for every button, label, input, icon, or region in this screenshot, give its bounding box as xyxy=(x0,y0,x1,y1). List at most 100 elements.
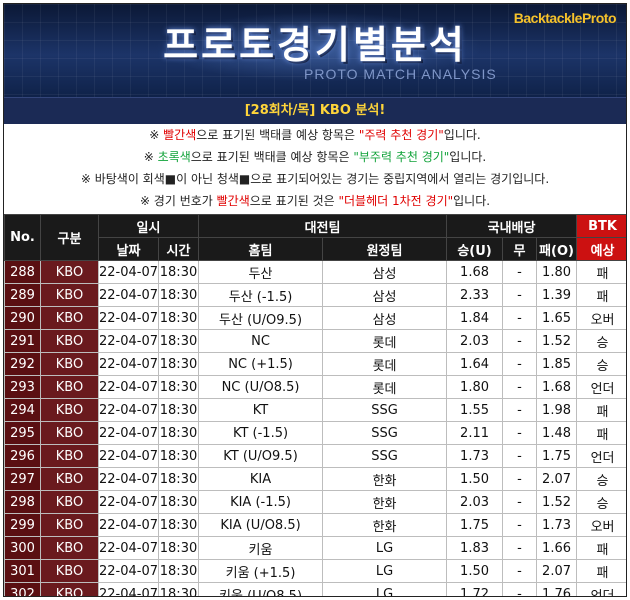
row-odds-win: 1.72 xyxy=(446,582,504,596)
row-time: 18:30 xyxy=(157,536,200,560)
row-odds-lose: 1.75 xyxy=(536,444,578,468)
table-row[interactable]: 300 KBO 22-04-07 18:30 키움 LG 1.83-1.66 패 xyxy=(4,536,626,560)
row-home-team: KT (U/O9.5) xyxy=(198,444,324,468)
row-odds-win: 1.83 xyxy=(446,536,504,560)
row-date: 22-04-07 xyxy=(98,398,159,422)
row-time: 18:30 xyxy=(157,490,200,514)
row-time: 18:30 xyxy=(157,375,200,399)
table-row[interactable]: 289 KBO 22-04-07 18:30 두산 (-1.5) 삼성 2.33-1.39 패 xyxy=(4,283,626,307)
row-odds-win: 2.03 xyxy=(446,490,504,514)
row-home-team: 두산 (-1.5) xyxy=(198,283,324,307)
row-prediction: 승 xyxy=(576,467,626,491)
row-odds-win: 1.64 xyxy=(446,352,504,376)
row-home-team: KT xyxy=(198,398,324,422)
row-date: 22-04-07 xyxy=(98,582,159,596)
row-odds-lose: 1.80 xyxy=(536,260,578,284)
row-prediction: 승 xyxy=(576,490,626,514)
row-date: 22-04-07 xyxy=(98,306,159,330)
row-category: KBO xyxy=(40,260,99,284)
header-draw: 무 xyxy=(502,237,538,261)
table-row[interactable]: 288 KBO 22-04-07 18:30 두산 삼성 1.68-1.80 패 xyxy=(4,260,626,284)
row-away-team: 삼성 xyxy=(322,260,448,284)
row-odds-win: 1.55 xyxy=(446,398,504,422)
note-text: 으로 표기된 백태클 예상 항목은 xyxy=(190,150,354,164)
row-away-team: SSG xyxy=(322,398,448,422)
table-row[interactable]: 295 KBO 22-04-07 18:30 KT (-1.5) SSG 2.11-1.48… xyxy=(4,421,626,445)
row-odds-lose: 1.52 xyxy=(536,490,578,514)
header-matchup: 대전팀 xyxy=(198,214,448,238)
row-category: KBO xyxy=(40,490,99,514)
row-number: 297 xyxy=(4,467,41,491)
row-odds-draw: - xyxy=(502,421,538,445)
brand-logo[interactable]: BacktackleProto xyxy=(514,10,617,26)
note-text: 입니다. xyxy=(453,194,491,208)
row-away-team: 롯데 xyxy=(322,329,448,353)
row-odds-draw: - xyxy=(502,467,538,491)
row-away-team: 한화 xyxy=(322,513,448,537)
banner-subtitle: PROTO MATCH ANALYSIS xyxy=(304,66,497,82)
header-prediction: 예상 xyxy=(576,237,626,261)
row-number: 291 xyxy=(4,329,41,353)
row-away-team: 삼성 xyxy=(322,306,448,330)
row-home-team: KIA xyxy=(198,467,324,491)
banner: 프로토경기별분석 PROTO MATCH ANALYSIS Backtackle… xyxy=(4,4,626,97)
header-win: 승(U) xyxy=(446,237,504,261)
note-text: 빨간색 xyxy=(163,128,197,142)
table-row[interactable]: 294 KBO 22-04-07 18:30 KT SSG 1.55-1.98 패 xyxy=(4,398,626,422)
row-odds-lose: 1.68 xyxy=(536,375,578,399)
table-row[interactable]: 298 KBO 22-04-07 18:30 KIA (-1.5) 한화 2.03-1.52… xyxy=(4,490,626,514)
table-row[interactable]: 290 KBO 22-04-07 18:30 두산 (U/O9.5) 삼성 1.84-1.6… xyxy=(4,306,626,330)
table-row[interactable]: 301 KBO 22-04-07 18:30 키움 (+1.5) LG 1.50-2.07 패 xyxy=(4,559,626,583)
row-number: 290 xyxy=(4,306,41,330)
row-away-team: SSG xyxy=(322,421,448,445)
header-home: 홈팀 xyxy=(198,237,324,261)
page-title: [28회차/목] KBO 분석! xyxy=(4,97,626,124)
row-odds-win: 1.80 xyxy=(446,375,504,399)
row-date: 22-04-07 xyxy=(98,352,159,376)
row-date: 22-04-07 xyxy=(98,559,159,583)
row-away-team: LG xyxy=(322,559,448,583)
row-odds-draw: - xyxy=(502,513,538,537)
table-row[interactable]: 299 KBO 22-04-07 18:30 KIA (U/O8.5) 한화 1.75-1.… xyxy=(4,513,626,537)
row-home-team: 두산 (U/O9.5) xyxy=(198,306,324,330)
header-date: 날짜 xyxy=(98,237,159,261)
row-odds-lose: 1.52 xyxy=(536,329,578,353)
row-odds-draw: - xyxy=(502,536,538,560)
row-prediction: 언더 xyxy=(576,582,626,596)
row-category: KBO xyxy=(40,421,99,445)
row-prediction: 오버 xyxy=(576,513,626,537)
header-datetime: 일시 xyxy=(97,214,200,238)
row-date: 22-04-07 xyxy=(98,375,159,399)
note-text: 입니다. xyxy=(443,128,481,142)
row-odds-lose: 1.98 xyxy=(536,398,578,422)
header-time: 시간 xyxy=(157,237,200,261)
row-odds-lose: 2.07 xyxy=(536,467,578,491)
row-category: KBO xyxy=(40,444,99,468)
row-category: KBO xyxy=(40,375,99,399)
row-prediction: 패 xyxy=(576,283,626,307)
row-date: 22-04-07 xyxy=(98,421,159,445)
row-odds-win: 1.84 xyxy=(446,306,504,330)
row-number: 292 xyxy=(4,352,41,376)
row-time: 18:30 xyxy=(157,283,200,307)
row-odds-draw: - xyxy=(502,306,538,330)
row-time: 18:30 xyxy=(157,421,200,445)
table-row[interactable]: 302 KBO 22-04-07 18:30 키움 (U/O8.5) LG 1.72-1.7… xyxy=(4,582,626,596)
row-category: KBO xyxy=(40,513,99,537)
header-category: 구분 xyxy=(40,214,99,261)
row-odds-win: 2.33 xyxy=(446,283,504,307)
table-row[interactable]: 293 KBO 22-04-07 18:30 NC (U/O8.5) 롯데 1.80-1.6… xyxy=(4,375,626,399)
row-home-team: 키움 (U/O8.5) xyxy=(198,582,324,596)
row-prediction: 언더 xyxy=(576,375,626,399)
header-lose: 패(O) xyxy=(536,237,578,261)
row-category: KBO xyxy=(40,559,99,583)
table-row[interactable]: 291 KBO 22-04-07 18:30 NC 롯데 2.03-1.52 승 xyxy=(4,329,626,353)
row-prediction: 패 xyxy=(576,536,626,560)
row-number: 298 xyxy=(4,490,41,514)
table-row[interactable]: 292 KBO 22-04-07 18:30 NC (+1.5) 롯데 1.64-1.85 승 xyxy=(4,352,626,376)
table-row[interactable]: 297 KBO 22-04-07 18:30 KIA 한화 1.50-2.07 승 xyxy=(4,467,626,491)
row-odds-win: 2.11 xyxy=(446,421,504,445)
row-away-team: 삼성 xyxy=(322,283,448,307)
row-time: 18:30 xyxy=(157,352,200,376)
table-row[interactable]: 296 KBO 22-04-07 18:30 KT (U/O9.5) SSG 1.73-1.… xyxy=(4,444,626,468)
